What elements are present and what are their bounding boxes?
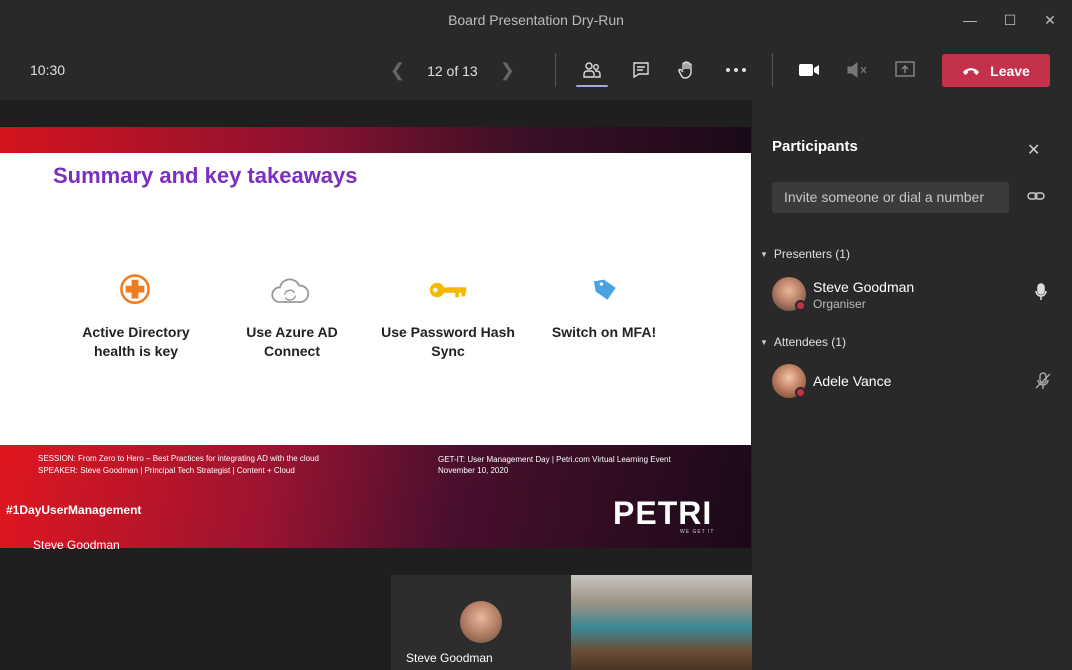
- chat-button[interactable]: [629, 58, 653, 82]
- hashtag: #1DayUserManagement: [6, 503, 142, 517]
- tag-icon: [593, 279, 616, 300]
- avatar: [460, 601, 502, 643]
- status-badge: [795, 387, 806, 398]
- active-tab-indicator: [576, 85, 608, 87]
- next-slide-button[interactable]: ❯: [500, 60, 515, 81]
- event-line: GET-IT: User Management Day | Petri.com …: [438, 455, 671, 464]
- mic-button[interactable]: [1034, 372, 1052, 395]
- petri-tagline: WE GET IT: [680, 529, 715, 535]
- share-link-button[interactable]: [1027, 189, 1045, 205]
- slide-pager: ❮ 12 of 13 ❯: [390, 60, 515, 81]
- title-bar: Board Presentation Dry-Run — ☐ ✕: [0, 0, 1072, 40]
- camera-icon: [799, 64, 819, 76]
- cloud-sync-icon: [271, 278, 310, 303]
- collapse-caret-icon: ▼: [760, 249, 768, 259]
- mute-button[interactable]: [845, 58, 869, 82]
- toolbar-divider: [555, 53, 556, 87]
- slide-counter: 12 of 13: [427, 62, 478, 79]
- slide-header-band: [0, 127, 751, 153]
- participant-row[interactable]: Steve Goodman Organiser: [772, 277, 1062, 317]
- petri-logo: PETRI: [613, 495, 713, 531]
- more-options-button[interactable]: [724, 58, 748, 82]
- session-line: SESSION: From Zero to Hero – Best Practi…: [38, 454, 320, 463]
- takeaway-item: Use Azure AD Connect: [246, 324, 338, 359]
- presenters-section-header[interactable]: ▼ Presenters (1): [760, 247, 850, 261]
- mic-icon: [1035, 283, 1047, 300]
- mic-muted-icon: [847, 61, 867, 79]
- meeting-toolbar: 10:30 ❮ 12 of 13 ❯ Leave: [0, 40, 1072, 100]
- panel-title: Participants: [772, 138, 858, 155]
- slide-footer-band: SESSION: From Zero to Hero – Best Practi…: [0, 445, 751, 548]
- takeaway-item: Use Password Hash Sync: [381, 324, 515, 359]
- participant-row[interactable]: Adele Vance: [772, 364, 1062, 404]
- raise-hand-icon: [678, 61, 692, 79]
- minimize-button[interactable]: —: [960, 10, 980, 30]
- section-label: Presenters (1): [773, 247, 850, 261]
- invite-input[interactable]: Invite someone or dial a number: [772, 182, 1009, 213]
- meeting-time: 10:30: [30, 62, 66, 78]
- mic-button[interactable]: [1034, 283, 1048, 306]
- more-options-icon: [726, 68, 746, 72]
- maximize-button[interactable]: ☐: [1000, 10, 1020, 30]
- link-icon: [1027, 192, 1045, 200]
- participants-panel: Participants ✕ Invite someone or dial a …: [752, 100, 1072, 670]
- date-line: November 10, 2020: [438, 466, 509, 475]
- attendees-section-header[interactable]: ▼ Attendees (1): [760, 335, 846, 349]
- hang-up-icon: [963, 67, 980, 75]
- participants-button[interactable]: [580, 58, 604, 82]
- previous-slide-button[interactable]: ❮: [390, 60, 405, 81]
- participants-icon: [583, 62, 601, 78]
- video-tile[interactable]: Steve Goodman: [391, 575, 571, 670]
- collapse-caret-icon: ▼: [760, 337, 768, 347]
- participant-name: Steve Goodman: [813, 279, 915, 295]
- share-screen-icon: [895, 61, 915, 77]
- leave-button[interactable]: Leave: [942, 54, 1050, 87]
- close-panel-button[interactable]: ✕: [1027, 140, 1040, 160]
- shared-slide: Summary and key takeaways Active Directo…: [0, 127, 751, 548]
- mic-off-icon: [1035, 372, 1051, 389]
- chat-icon: [633, 62, 649, 79]
- video-tile-name: Steve Goodman: [406, 651, 493, 665]
- key-icon: [429, 282, 467, 298]
- takeaway-item: Switch on MFA!: [551, 324, 657, 340]
- health-cross-icon: [120, 274, 150, 305]
- video-tile[interactable]: [571, 575, 752, 670]
- raise-hand-button[interactable]: [675, 58, 699, 82]
- status-badge: [795, 300, 806, 311]
- takeaway-item: Active Directory health is key: [82, 324, 190, 359]
- presentation-stage: Summary and key takeaways Active Directo…: [0, 100, 752, 670]
- section-label: Attendees (1): [773, 335, 846, 349]
- slide-title: Summary and key takeaways: [53, 163, 358, 188]
- camera-button[interactable]: [797, 58, 821, 82]
- share-screen-button[interactable]: [893, 58, 917, 82]
- presenter-name-label: Steve Goodman: [33, 538, 120, 552]
- participant-name: Adele Vance: [813, 373, 892, 389]
- speaker-line: SPEAKER: Steve Goodman | Principal Tech …: [38, 466, 295, 475]
- window-title: Board Presentation Dry-Run: [448, 12, 624, 28]
- leave-label: Leave: [990, 62, 1030, 79]
- toolbar-divider: [772, 53, 773, 87]
- close-window-button[interactable]: ✕: [1040, 10, 1060, 30]
- participant-role: Organiser: [813, 297, 866, 311]
